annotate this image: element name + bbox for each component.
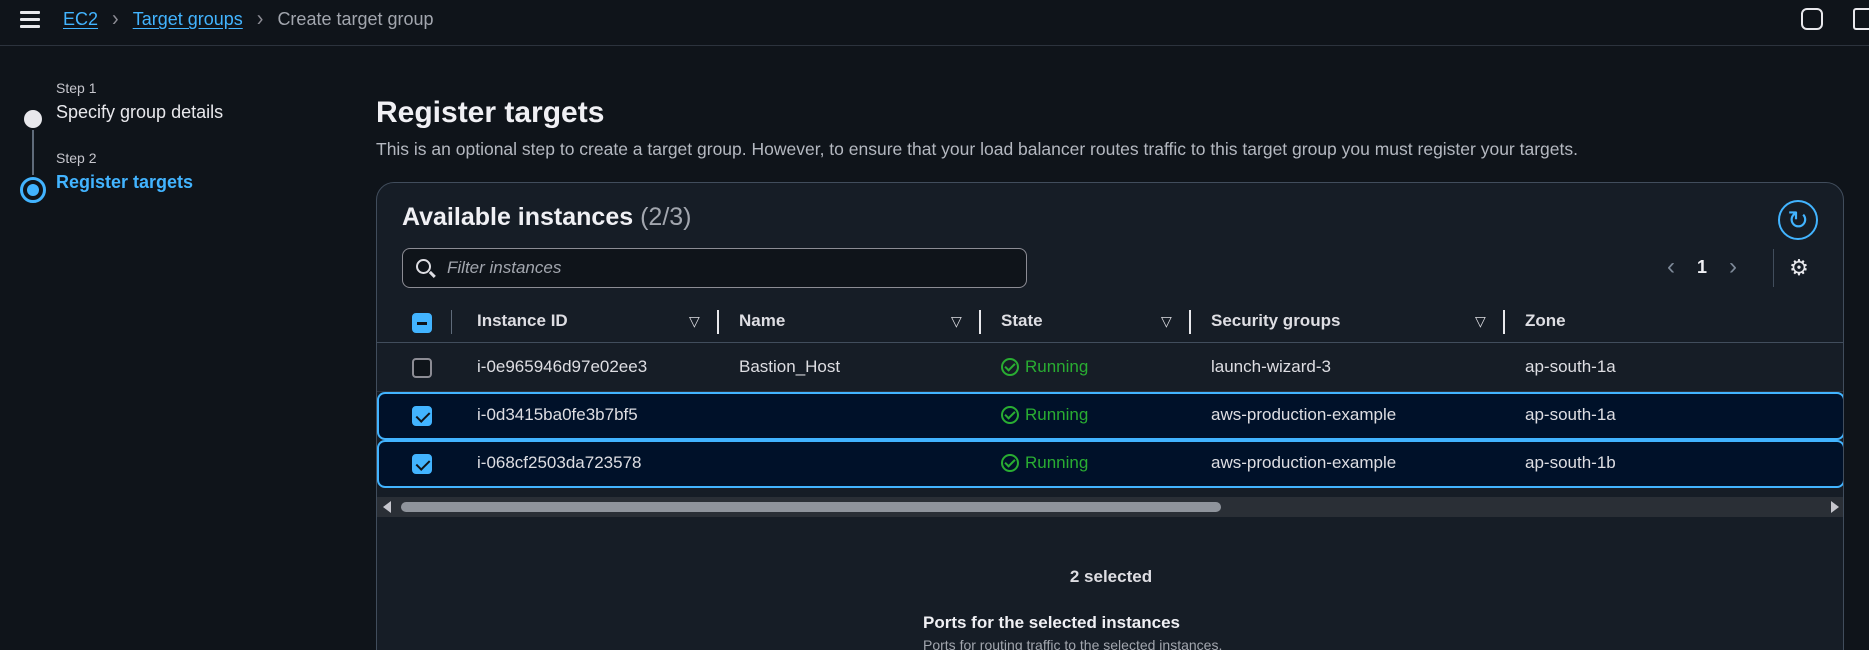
pagination: ‹ 1 › <box>1667 253 1737 281</box>
available-instances-panel: Available instances (2/3) ↻ ‹ 1 › ⚙ Inst… <box>376 182 1844 650</box>
breadcrumb-ec2-link[interactable]: EC2 <box>63 9 98 30</box>
step-title: Specify group details <box>56 102 224 122</box>
step-1[interactable]: Step 1 Specify group details <box>20 80 223 150</box>
table-row[interactable]: i-068cf2503da723578 Running aws-producti… <box>377 440 1843 488</box>
state-text: Running <box>1025 453 1089 472</box>
row-checkbox[interactable] <box>412 406 432 426</box>
cell-instance-id: i-068cf2503da723578 <box>477 453 642 472</box>
table-row[interactable]: i-0e965946d97e02ee3 Bastion_Host Running… <box>377 344 1843 392</box>
cell-zone: ap-south-1a <box>1525 405 1616 424</box>
cell-name: Bastion_Host <box>739 357 841 376</box>
wizard-stepper: Step 1 Specify group details Step 2 Regi… <box>20 80 223 220</box>
chevron-right-icon: › <box>256 6 264 32</box>
column-header-state[interactable]: State <box>1001 311 1043 331</box>
row-checkbox[interactable] <box>412 454 432 474</box>
ports-section-title: Ports for the selected instances <box>923 613 1180 632</box>
panel-title-text: Available instances <box>402 203 634 231</box>
column-resizer[interactable] <box>717 310 719 334</box>
state-text: Running <box>1025 405 1089 424</box>
select-all-checkbox[interactable] <box>412 313 432 333</box>
top-navigation-bar: EC2 › Target groups › Create target grou… <box>0 0 1869 46</box>
check-circle-icon <box>1001 406 1019 424</box>
state-text: Running <box>1025 357 1089 376</box>
ports-section-description: Ports for routing traffic to the selecte… <box>923 637 1223 650</box>
gear-icon[interactable]: ⚙ <box>1789 257 1809 279</box>
cell-state: Running <box>1001 453 1088 473</box>
chevron-left-icon[interactable]: ‹ <box>1667 253 1675 281</box>
cell-zone: ap-south-1b <box>1525 453 1616 472</box>
panel-title: Available instances (2/3) <box>402 203 692 232</box>
sort-down-icon[interactable]: ▽ <box>951 313 962 330</box>
cell-state: Running <box>1001 357 1088 377</box>
horizontal-scrollbar[interactable] <box>377 497 1843 517</box>
step-2[interactable]: Step 2 Register targets <box>20 150 223 220</box>
hamburger-icon[interactable] <box>20 11 40 29</box>
step-number: Step 1 <box>56 80 97 96</box>
scroll-left-icon[interactable] <box>383 501 391 513</box>
column-header-security-groups[interactable]: Security groups <box>1211 311 1340 331</box>
table-header: Instance ID ▽ Name ▽ State ▽ Security gr… <box>377 303 1843 343</box>
filter-instances-search[interactable] <box>402 248 1027 288</box>
column-resizer[interactable] <box>1503 310 1505 334</box>
column-header-instance-id[interactable]: Instance ID <box>477 311 568 331</box>
breadcrumb-target-groups-link[interactable]: Target groups <box>133 9 243 30</box>
top-icons <box>1801 8 1869 30</box>
scroll-right-icon[interactable] <box>1831 501 1839 513</box>
panel-count: (2/3) <box>640 203 692 231</box>
cell-security-group: aws-production-example <box>1211 453 1397 472</box>
cell-state: Running <box>1001 405 1088 425</box>
cell-security-group: launch-wizard-3 <box>1211 357 1331 376</box>
cell-instance-id: i-0e965946d97e02ee3 <box>477 357 648 376</box>
column-resizer[interactable] <box>979 310 981 334</box>
table-row[interactable]: i-0d3415ba0fe3b7bf5 Running aws-producti… <box>377 392 1843 440</box>
cell-security-group: aws-production-example <box>1211 405 1397 424</box>
page-description: This is an optional step to create a tar… <box>376 139 1578 159</box>
step-number: Step 2 <box>56 150 97 166</box>
selected-count: 2 selected <box>1069 567 1153 586</box>
sort-down-icon[interactable]: ▽ <box>689 313 700 330</box>
chevron-right-icon: › <box>112 6 119 32</box>
column-header-name[interactable]: Name <box>739 311 785 331</box>
page-number[interactable]: 1 <box>1697 257 1707 278</box>
refresh-button[interactable]: ↻ <box>1778 200 1818 240</box>
column-divider <box>451 310 452 334</box>
column-resizer[interactable] <box>1189 310 1191 334</box>
cell-zone: ap-south-1a <box>1525 357 1616 376</box>
step-title: Register targets <box>56 172 194 192</box>
refresh-icon: ↻ <box>1787 204 1809 235</box>
search-input[interactable] <box>447 255 1007 281</box>
row-checkbox[interactable] <box>412 358 432 378</box>
scrollbar-thumb[interactable] <box>401 502 1221 512</box>
sort-down-icon[interactable]: ▽ <box>1475 313 1486 330</box>
breadcrumb-current: Create target group <box>277 9 434 29</box>
divider <box>1773 249 1774 287</box>
cell-instance-id: i-0d3415ba0fe3b7bf5 <box>477 405 638 424</box>
page-title: Register targets <box>376 96 605 129</box>
check-circle-icon <box>1001 358 1019 376</box>
column-header-zone[interactable]: Zone <box>1525 311 1566 331</box>
search-icon <box>416 259 431 274</box>
breadcrumb: EC2 › Target groups › Create target grou… <box>63 6 434 32</box>
chevron-right-icon[interactable]: › <box>1729 253 1737 281</box>
screen-icon[interactable] <box>1853 8 1869 30</box>
help-icon[interactable] <box>1801 8 1823 30</box>
sort-down-icon[interactable]: ▽ <box>1161 313 1172 330</box>
check-circle-icon <box>1001 454 1019 472</box>
